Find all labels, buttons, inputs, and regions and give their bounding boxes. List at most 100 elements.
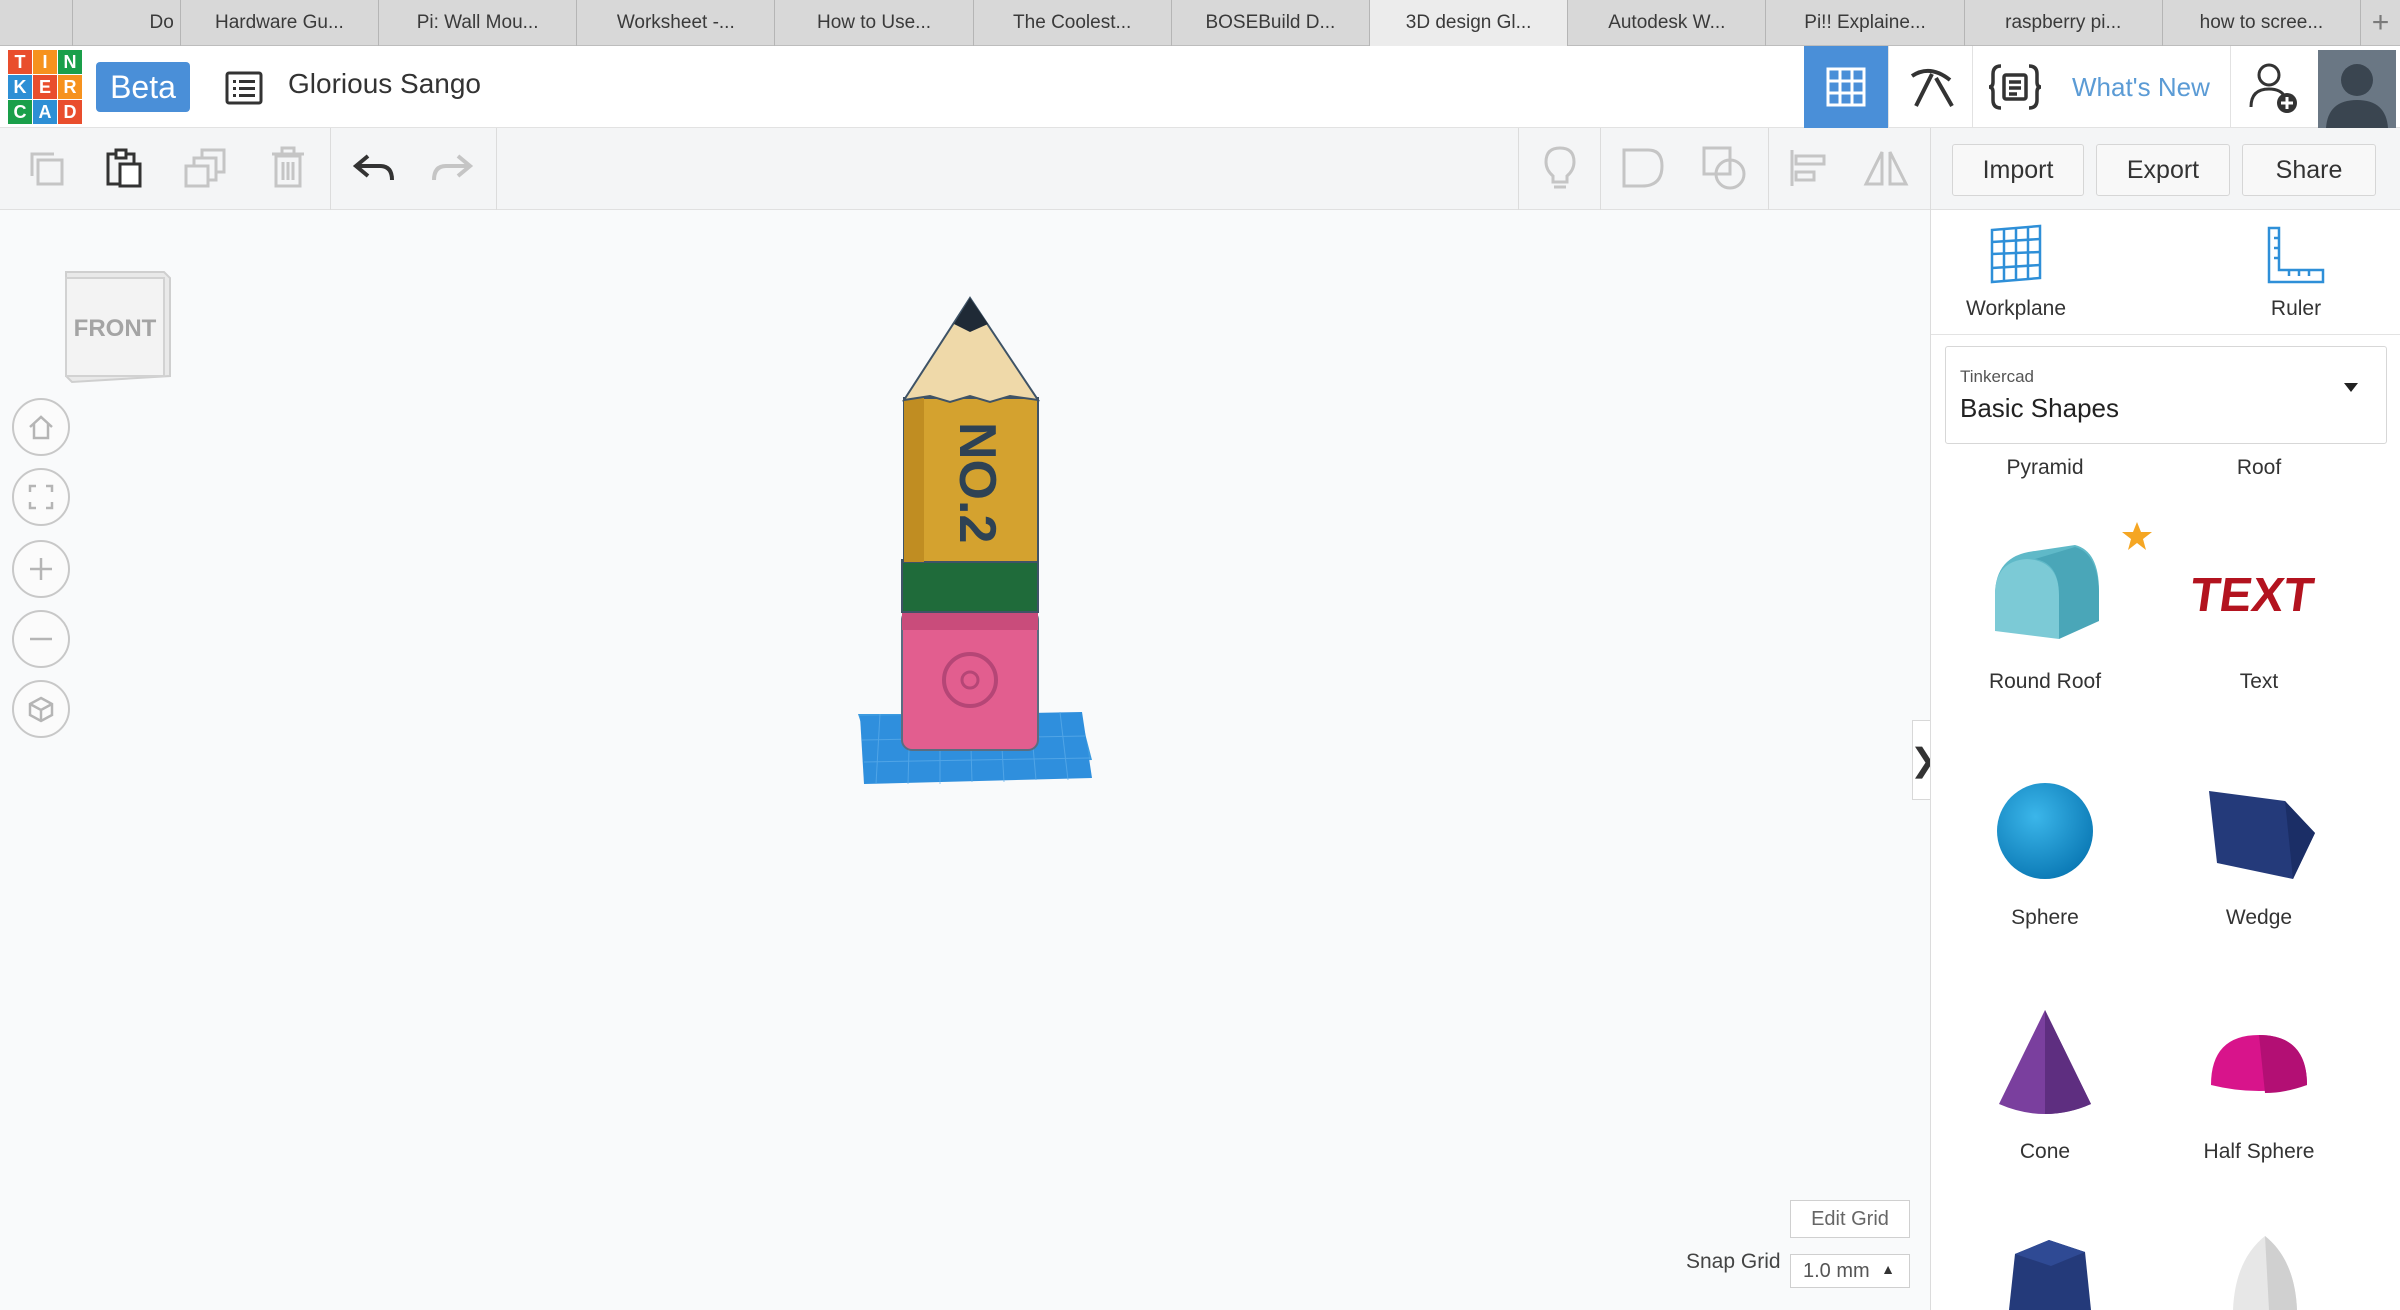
3d-design-view-button[interactable] — [1804, 46, 1888, 128]
code-braces-icon — [1988, 64, 2041, 110]
undo-button[interactable] — [344, 138, 404, 198]
pickaxe-icon — [1910, 68, 1954, 107]
shape-sphere[interactable]: Sphere — [1945, 756, 2145, 930]
logo-letter: E — [33, 75, 57, 99]
zoom-in-button[interactable] — [12, 540, 70, 598]
shape-polygon[interactable] — [1995, 1230, 2105, 1310]
user-avatar[interactable] — [2318, 50, 2396, 128]
favorite-star-icon[interactable] — [2121, 520, 2161, 560]
browser-tab[interactable]: BOSEBuild D... — [1172, 0, 1370, 46]
duplicate-icon — [184, 148, 226, 188]
logo-letter: D — [58, 100, 82, 124]
notes-button[interactable] — [1530, 138, 1590, 198]
logo-letter: A — [33, 100, 57, 124]
panel-divider — [1931, 334, 2400, 335]
minecraft-view-button[interactable] — [1888, 46, 1972, 128]
grid-icon — [1826, 67, 1866, 107]
paste-button[interactable] — [94, 138, 154, 198]
shape-half-sphere[interactable]: Half Sphere — [2159, 990, 2359, 1164]
browser-tab[interactable]: Pi!! Explaine... — [1766, 0, 1965, 46]
edit-grid-button[interactable]: Edit Grid — [1790, 1200, 1910, 1238]
mirror-button[interactable] — [1856, 138, 1916, 198]
browser-tab[interactable]: Do — [73, 0, 181, 46]
workplane-tool[interactable]: Workplane — [1941, 224, 2091, 321]
view-cube-face-label: FRONT — [74, 315, 157, 342]
perspective-cube-icon — [28, 696, 54, 723]
copy-button[interactable] — [16, 138, 76, 198]
home-view-button[interactable] — [12, 398, 70, 456]
shape-round-roof[interactable]: Round Roof — [1945, 520, 2145, 694]
browser-tab[interactable]: Hardware Gu... — [181, 0, 379, 46]
shape-cone[interactable]: Cone — [1945, 990, 2145, 1164]
logo-letter: T — [8, 50, 32, 74]
logo-letter: K — [8, 75, 32, 99]
import-button[interactable]: Import — [1952, 144, 2084, 196]
lightbulb-icon — [1544, 146, 1576, 189]
beta-badge[interactable]: Beta — [96, 62, 190, 112]
codeblocks-view-button[interactable] — [1972, 46, 2056, 128]
pencil-model[interactable]: NO.2 — [850, 280, 1100, 800]
browser-tab[interactable]: Autodesk W... — [1568, 0, 1767, 46]
toolbar-separator — [1600, 128, 1601, 210]
shape-wedge[interactable]: Wedge — [2159, 756, 2359, 930]
design-title[interactable]: Glorious Sango — [288, 68, 481, 100]
redo-button[interactable] — [422, 138, 482, 198]
caret-up-icon: ▲ — [1881, 1261, 1895, 1277]
whats-new-link[interactable]: What's New — [2072, 46, 2210, 128]
export-button[interactable]: Export — [2096, 144, 2230, 196]
text-shape-word: TEXT — [2187, 568, 2317, 622]
undo-icon — [352, 154, 394, 181]
new-tab-button[interactable]: + — [2361, 0, 2400, 46]
group-icon — [1622, 148, 1664, 188]
browser-tab[interactable]: how to scree... — [2163, 0, 2362, 46]
shape-library-select[interactable]: Tinkercad Basic Shapes — [1945, 346, 2387, 444]
browser-tab-active[interactable]: 3D design Gl... — [1370, 0, 1569, 46]
design-list-icon[interactable] — [224, 68, 264, 108]
tinkercad-logo[interactable]: TIN KER CAD — [8, 50, 82, 124]
trash-icon — [272, 146, 304, 188]
workplane-icon — [1990, 224, 2042, 284]
add-user-icon — [2249, 63, 2297, 113]
ruler-tool[interactable]: Ruler — [2221, 224, 2371, 321]
browser-tab[interactable]: Pi: Wall Mou... — [379, 0, 578, 46]
zoom-out-button[interactable] — [12, 610, 70, 668]
duplicate-button[interactable] — [176, 138, 236, 198]
shape-pyramid[interactable]: Pyramid — [1945, 456, 2145, 480]
redo-icon — [432, 154, 474, 181]
browser-tab[interactable]: The Coolest... — [974, 0, 1172, 46]
toolbar-separator — [496, 128, 497, 210]
snap-grid-value: 1.0 mm — [1803, 1259, 1870, 1282]
copy-icon — [30, 152, 64, 186]
add-user-button[interactable] — [2230, 46, 2314, 128]
ungroup-button[interactable] — [1694, 138, 1754, 198]
share-button[interactable]: Share — [2242, 144, 2376, 196]
browser-tab[interactable]: How to Use... — [775, 0, 974, 46]
logo-letter: C — [8, 100, 32, 124]
logo-letter: R — [58, 75, 82, 99]
edit-toolbar: Import Export Share — [0, 128, 2400, 210]
library-source: Tinkercad — [1960, 367, 2035, 386]
snap-grid-select[interactable]: 1.0 mm ▲ — [1790, 1254, 1910, 1288]
ortho-view-button[interactable] — [12, 680, 70, 738]
app-header: TINKERCAD Beta Glorious Sango What's New — [0, 46, 2400, 128]
shape-text[interactable]: TEXT Text — [2159, 520, 2359, 694]
fit-view-button[interactable] — [12, 468, 70, 526]
3d-workspace[interactable]: FRONT NO.2 Edit Grid Snap Grid 1.0 mm ▲ … — [0, 210, 1937, 1310]
shape-roof[interactable]: Roof — [2159, 456, 2359, 480]
toolbar-separator — [1768, 128, 1769, 210]
pencil-label: NO.2 — [948, 422, 1006, 543]
paste-icon — [106, 148, 142, 188]
view-cube[interactable]: FRONT — [58, 264, 176, 388]
minus-icon — [30, 637, 52, 641]
align-button[interactable] — [1778, 138, 1838, 198]
ruler-icon — [2267, 226, 2325, 284]
browser-tab[interactable]: Worksheet -... — [577, 0, 776, 46]
shape-paraboloid[interactable] — [2225, 1230, 2305, 1310]
delete-button[interactable] — [258, 138, 318, 198]
toolbar-separator — [330, 128, 331, 210]
browser-tab[interactable]: raspberry pi... — [1965, 0, 2163, 46]
shapes-panel: Workplane Ruler Tinkercad Basic Shapes P… — [1930, 210, 2400, 1310]
group-button[interactable] — [1612, 138, 1672, 198]
plus-icon — [30, 558, 52, 580]
logo-letter: I — [33, 50, 57, 74]
